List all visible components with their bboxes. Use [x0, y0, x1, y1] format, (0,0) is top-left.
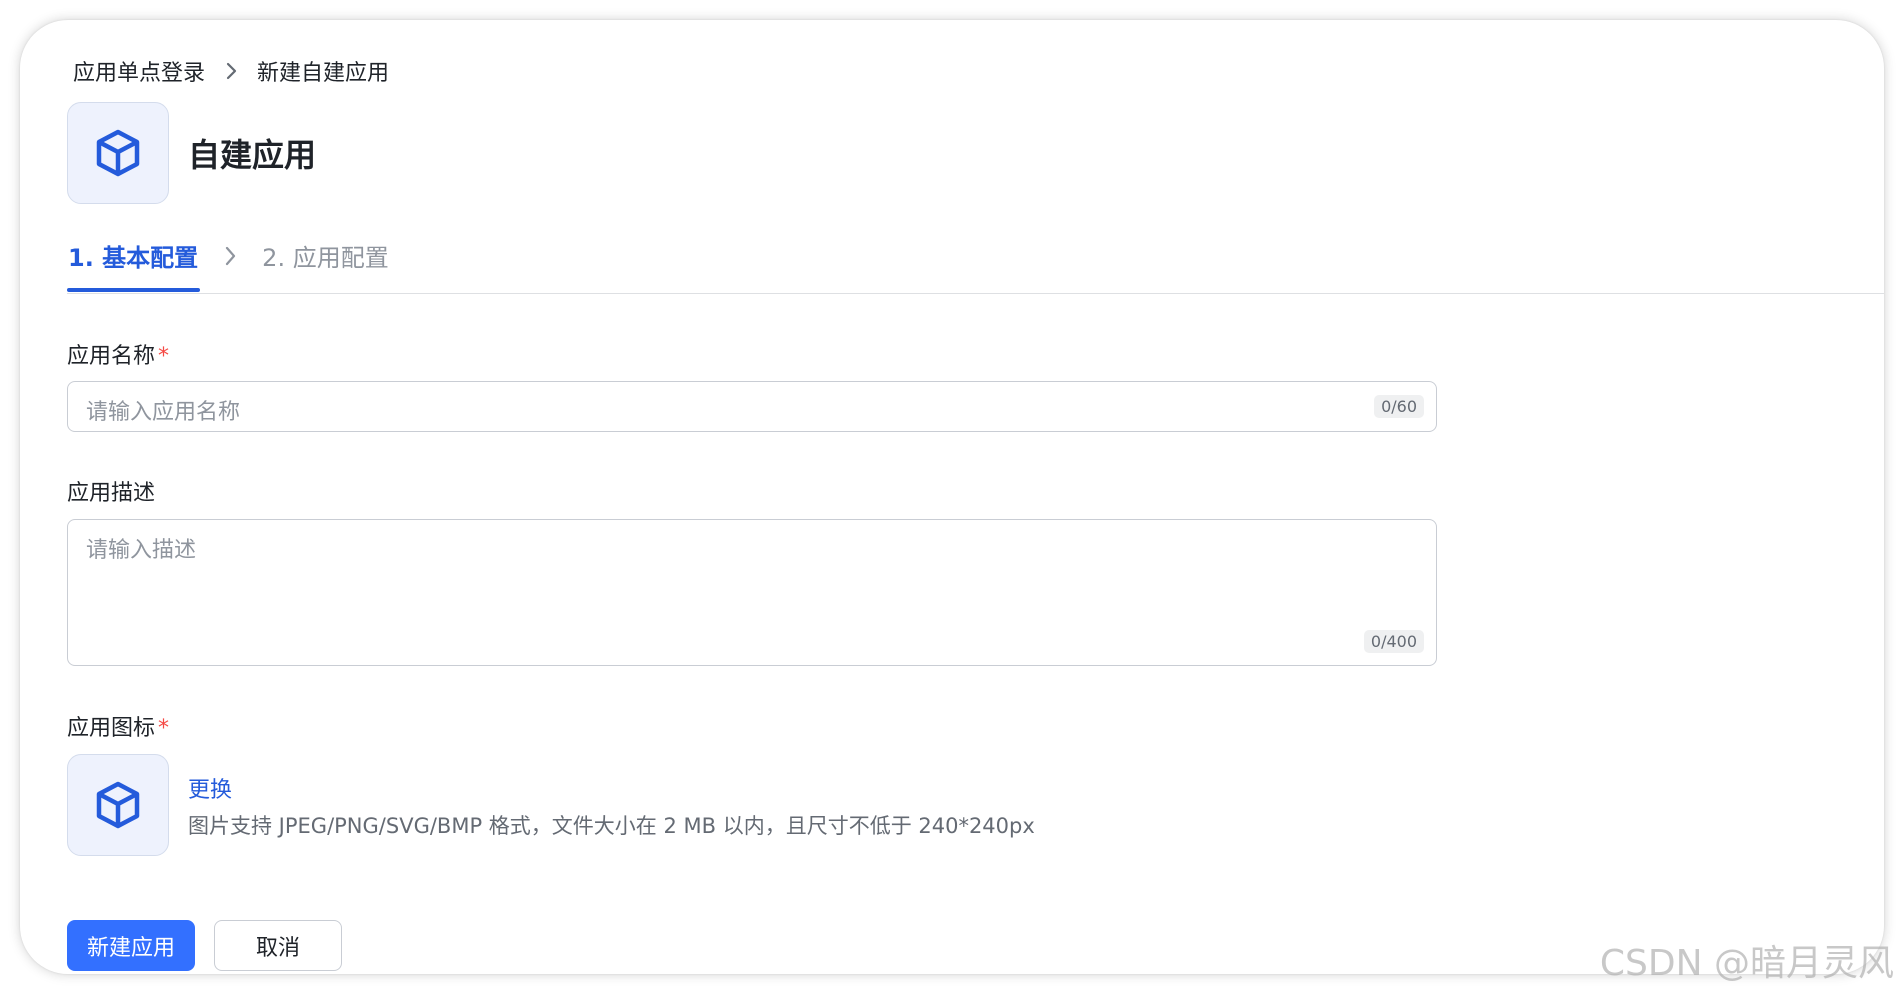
app-name-input[interactable]: 请输入应用名称 0/60 — [67, 381, 1437, 432]
cube-icon — [96, 781, 140, 829]
breadcrumb-current: 新建自建应用 — [257, 61, 390, 86]
app-name-char-counter: 0/60 — [1374, 395, 1424, 418]
app-description-label: 应用描述 — [67, 475, 155, 507]
app-icon-label: 应用图标 * — [67, 710, 169, 742]
app-description-placeholder: 请输入描述 — [86, 538, 197, 563]
page-title: 自建应用 — [188, 136, 317, 174]
required-mark: * — [158, 344, 170, 369]
app-name-label-text: 应用名称 — [67, 344, 156, 369]
change-icon-link[interactable]: 更换 — [188, 772, 232, 804]
divider — [67, 293, 1884, 294]
app-description-textarea[interactable]: 请输入描述 0/400 — [67, 519, 1437, 666]
cancel-button[interactable]: 取消 — [214, 920, 342, 971]
breadcrumb-parent-link[interactable]: 应用单点登录 — [73, 55, 205, 87]
main-card: 应用单点登录 新建自建应用 自建应用 1. 基本配置 2. 应用配置 应用名称 *… — [20, 20, 1884, 974]
chevron-right-icon — [217, 59, 245, 83]
cube-icon — [96, 129, 140, 177]
step-app-config[interactable]: 2. 应用配置 — [262, 238, 389, 273]
app-name-label: 应用名称 * — [67, 338, 169, 370]
active-step-indicator — [67, 288, 200, 292]
app-name-placeholder: 请输入应用名称 — [86, 400, 241, 425]
app-logo — [67, 102, 169, 204]
step-basic-config[interactable]: 1. 基本配置 — [68, 238, 198, 273]
chevron-right-icon — [216, 242, 244, 270]
required-mark: * — [158, 716, 170, 741]
app-icon-label-text: 应用图标 — [67, 716, 156, 741]
create-app-button[interactable]: 新建应用 — [67, 920, 195, 971]
app-description-char-counter: 0/400 — [1363, 630, 1424, 653]
steps-nav: 1. 基本配置 2. 应用配置 — [68, 238, 389, 273]
watermark: CSDN @暗月灵风 — [1599, 943, 1894, 984]
icon-format-hint: 图片支持 JPEG/PNG/SVG/BMP 格式，文件大小在 2 MB 以内，且… — [188, 814, 1035, 838]
app-icon-preview — [67, 754, 169, 856]
app-description-label-text: 应用描述 — [67, 481, 156, 506]
breadcrumb: 应用单点登录 新建自建应用 — [73, 56, 389, 86]
